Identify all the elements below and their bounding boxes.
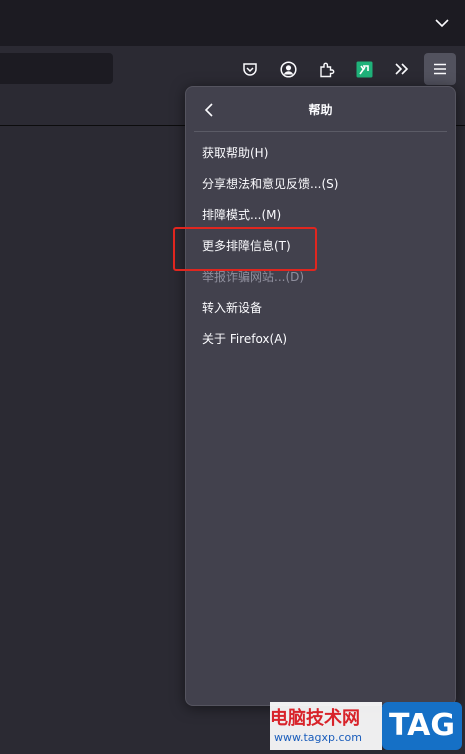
nav-bar	[0, 46, 465, 91]
account-icon	[279, 60, 297, 78]
account-button[interactable]	[274, 55, 302, 83]
watermark-site-name: 电脑技术网	[270, 708, 360, 729]
panel-divider	[194, 131, 447, 132]
url-bar[interactable]	[0, 53, 113, 84]
tab-bar	[0, 0, 465, 46]
pocket-icon	[243, 63, 257, 76]
panel-title: 帮助	[308, 103, 333, 117]
overflow-chevron-icon	[395, 63, 409, 75]
extensions-button[interactable]	[312, 55, 340, 83]
pocket-button[interactable]	[236, 55, 264, 83]
menu-item-troubleshoot-mode[interactable]: 排障模式...(M)	[192, 201, 449, 229]
menu-item-get-help[interactable]: 获取帮助(H)	[192, 139, 449, 167]
back-button[interactable]	[198, 99, 220, 121]
menu-item-report-deceptive-site: 举报诈骗网站...(D)	[202, 270, 305, 284]
list-all-tabs-button[interactable]	[431, 12, 453, 34]
overflow-button[interactable]	[388, 55, 416, 83]
app-menu-button[interactable]	[424, 53, 456, 85]
menu-item-more-troubleshooting-info[interactable]: 更多排障信息(T)	[192, 232, 449, 260]
watermark-badge: TAG	[382, 702, 462, 750]
menu-item-share-feedback[interactable]: 分享想法和意见反馈...(S)	[192, 170, 449, 198]
menu-hamburger-icon	[434, 63, 446, 75]
extensions-icon	[319, 62, 334, 77]
chevron-down-icon	[435, 18, 449, 27]
menu-item-switch-device[interactable]: 转入新设备	[192, 294, 449, 322]
watermark: 电脑技术网 www.tagxp.com TAG	[270, 702, 465, 754]
menu-item-about-firefox[interactable]: 关于 Firefox(A)	[192, 325, 449, 353]
panel-header: 帮助	[186, 87, 455, 131]
help-menu-panel: 帮助 获取帮助(H) 分享想法和意见反馈...(S) 排障模式...(M) 更多…	[185, 86, 456, 706]
extension-green-button[interactable]	[350, 55, 378, 83]
chevron-left-icon	[204, 103, 213, 117]
extension-green-icon	[356, 61, 372, 77]
watermark-url: www.tagxp.com	[274, 731, 362, 744]
